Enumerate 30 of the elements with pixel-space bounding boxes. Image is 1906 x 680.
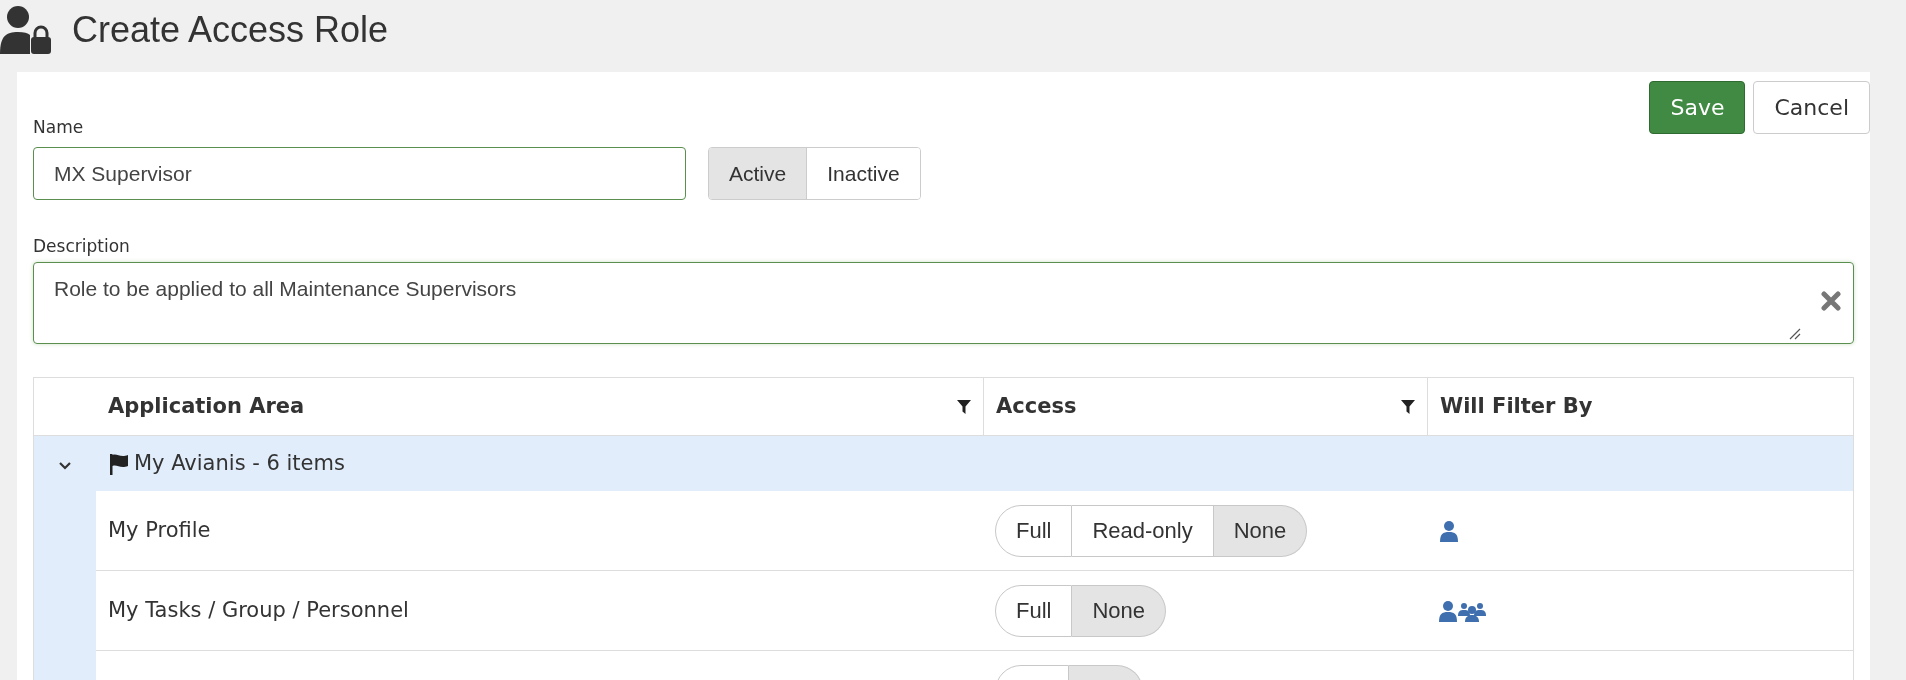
access-option[interactable]: None [1213, 504, 1308, 557]
clear-icon[interactable] [1821, 291, 1841, 311]
group-label: My Avianis - 6 items [134, 449, 345, 477]
access-option[interactable]: Read-only [1072, 504, 1214, 557]
flag-icon [108, 452, 130, 475]
field-label: Description [33, 235, 131, 258]
status-toggle-option[interactable]: Active [709, 148, 807, 199]
name-field[interactable]: MX Supervisor [33, 147, 686, 200]
field-label: Name [33, 116, 85, 139]
page-title: Create Access Role [72, 8, 389, 52]
person-icon [1439, 519, 1459, 542]
resize-handle-icon[interactable] [1789, 328, 1801, 340]
access-option[interactable]: Full [995, 504, 1073, 557]
column-header: Will Filter By [1440, 392, 1593, 420]
access-option[interactable]: None [1072, 584, 1167, 637]
access-option[interactable]: Full [995, 584, 1073, 637]
cancel-button[interactable]: Cancel [1753, 81, 1870, 134]
status-toggle-option[interactable]: Inactive [806, 148, 920, 199]
area-cell: My Tasks / Group / Personnel [108, 597, 409, 622]
filter-icon[interactable] [957, 399, 971, 414]
people-icon [1439, 599, 1487, 622]
save-button[interactable]: Save [1649, 81, 1746, 134]
chevron-icon[interactable] [58, 460, 72, 471]
user-lock-icon [0, 4, 52, 56]
filter-icon[interactable] [1401, 399, 1415, 414]
description-field[interactable]: Role to be applied to all Maintenance Supervisors [33, 262, 1854, 344]
column-header: Application Area [108, 392, 305, 420]
column-header: Access [996, 392, 1077, 420]
area-cell: My Profile [108, 517, 211, 542]
description-text: Role to be applied to all Maintenance Supervisors [54, 276, 517, 302]
